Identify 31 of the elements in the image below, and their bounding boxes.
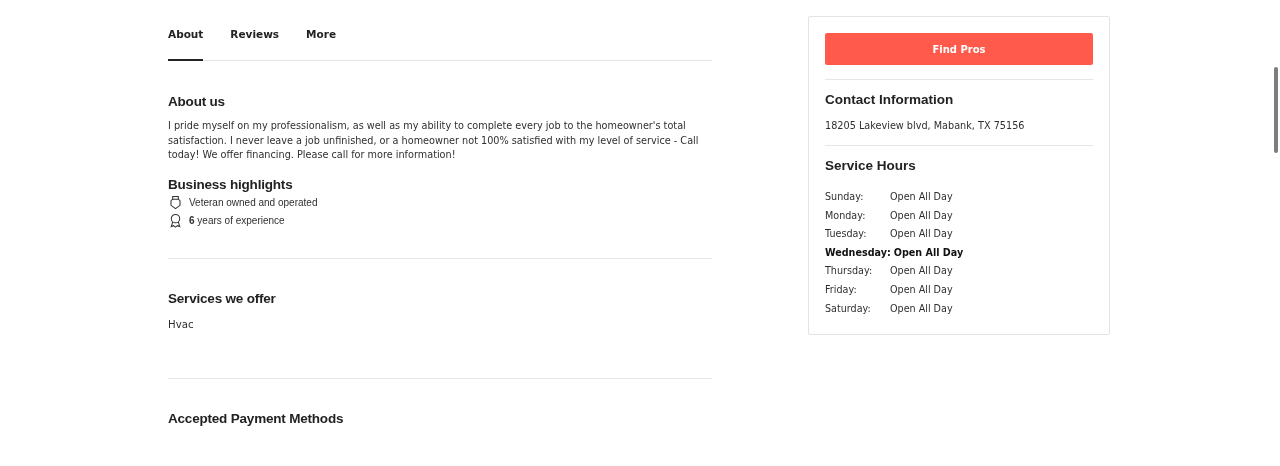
section-heading: Business highlights bbox=[168, 176, 293, 192]
award-ribbon-icon bbox=[168, 212, 183, 228]
day-label: Friday: bbox=[825, 283, 858, 295]
day-label: Tuesday: bbox=[825, 228, 868, 240]
service-item: Hvac bbox=[168, 318, 194, 330]
scrollbar-thumb[interactable] bbox=[1274, 67, 1278, 153]
hours-value: Open All Day bbox=[893, 246, 964, 258]
contact-heading: Contact Information bbox=[825, 92, 955, 107]
hours-value: Open All Day bbox=[890, 191, 953, 202]
day-label: Saturday: bbox=[825, 302, 872, 314]
highlight-text: Veteran owned and operated bbox=[189, 196, 318, 208]
section-heading: Services we offer bbox=[168, 290, 276, 306]
section-heading: About us bbox=[168, 94, 225, 109]
day-label: Thursday: bbox=[825, 265, 874, 277]
highlight-text: 6 years of experience bbox=[189, 214, 285, 226]
tab[interactable]: More bbox=[306, 28, 337, 61]
hours-heading: Service Hours bbox=[825, 158, 917, 173]
day-label: Sunday: bbox=[825, 191, 865, 202]
hours-value: Open All Day bbox=[890, 265, 953, 277]
hours-value: Open All Day bbox=[890, 228, 953, 240]
hours-value: Open All Day bbox=[890, 302, 953, 314]
day-label: Monday: bbox=[825, 209, 867, 221]
day-label: Wednesday: bbox=[825, 246, 892, 258]
hours-value: Open All Day bbox=[890, 209, 953, 221]
medal-icon bbox=[168, 194, 183, 210]
section-heading: Accepted Payment Methods bbox=[168, 410, 344, 426]
hours-value: Open All Day bbox=[890, 283, 953, 295]
tab[interactable]: About bbox=[168, 28, 204, 61]
tab[interactable]: Reviews bbox=[230, 28, 280, 61]
address-text: 18205 Lakeview blvd, Mabank, TX 75156 bbox=[825, 120, 1026, 131]
about-text: I pride myself on my professionalism, as well as my ability to complete every job to the homeowner's total satisfaction. I never leave a job unfinished, or a homeowner not 100% satisfied with my level of service - Call today! We offer financing. Please call for more information! bbox=[168, 119, 700, 163]
